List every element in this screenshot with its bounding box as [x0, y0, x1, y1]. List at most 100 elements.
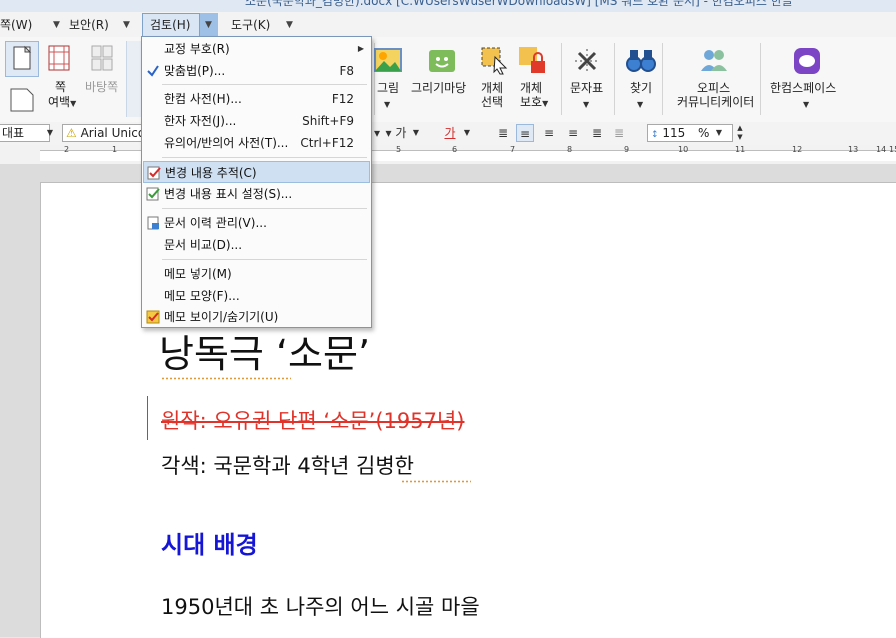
deleted-original-line: 원작: 오유권 단편 ‘소문’(1957년) [161, 409, 465, 433]
find-icon[interactable] [626, 47, 656, 75]
fontsize-caret-icon[interactable]: ▾ [372, 124, 382, 142]
menu-item-label: 맞춤법(P)... [164, 64, 226, 78]
ruler-number: 6 [452, 145, 458, 154]
ruler[interactable]: 2 1 5 6 7 8 9 10 11 12 13 14 15 [0, 145, 896, 165]
menu-item-track-changes[interactable]: 변경 내용 추적(C) [143, 161, 370, 183]
page-label: 쪽 [55, 80, 67, 94]
charmap-icon[interactable] [573, 47, 601, 75]
ruler-number: 12 [792, 145, 803, 154]
menu-review[interactable]: 검토(H) [150, 16, 190, 34]
menu-item-label: 문서 이력 관리(V)... [164, 216, 267, 230]
menu-item-insert-memo[interactable]: 메모 넣기(M) [143, 263, 370, 285]
menu-item-label: 메모 보이기/숨기기(U) [164, 310, 279, 324]
object-protect-caret-icon: ▼ [542, 99, 549, 108]
object-protect-label-text: 보호 [520, 95, 543, 109]
ruler-number: 2 [64, 145, 70, 154]
menu-tools-arrow-icon[interactable]: ▼ [286, 16, 293, 34]
menu-item-label: 메모 모양(F)... [164, 289, 240, 303]
menu-separator [162, 157, 367, 158]
menu-page-arrow-icon[interactable]: ▼ [53, 16, 60, 34]
find-caret-icon: ▼ [637, 100, 644, 109]
margin-label[interactable]: 여백▼ [48, 95, 76, 111]
ruler-number: 14 [876, 145, 887, 154]
line-spacing-stepper[interactable]: ▲ ▼ [734, 124, 746, 142]
align-center-icon[interactable]: ≡ [540, 124, 558, 142]
ribbon-separator-2 [561, 43, 562, 115]
gallery-label: 그리기마당 [411, 81, 467, 95]
line-spacing-caret-icon[interactable]: ▼ [714, 124, 724, 142]
background-page-icon[interactable] [88, 43, 118, 73]
menu-item-label: 한자 자전(J)... [164, 114, 237, 128]
document-area: 낭독극 ‘소문’ 원작: 오유권 단편 ‘소문’(1957년) 각색: 국문학과… [0, 164, 896, 638]
align-right-icon[interactable]: ≡ [564, 124, 582, 142]
background-page-label: 바탕쪽 [85, 80, 119, 94]
doc-title: 낭독극 ‘소문’ [159, 332, 371, 376]
menu-tools[interactable]: 도구(K) [231, 16, 270, 34]
office-community-label-2: 커뮤니티케이터 [677, 95, 755, 109]
office-community-label-1: 오피스 [697, 81, 731, 95]
object-select-label-1: 개체 [481, 81, 504, 95]
font-color-button[interactable]: 가 [440, 124, 460, 142]
menu-item-hanja-dictionary[interactable]: 한자 자전(J)... Shift+F9 [143, 110, 370, 132]
font-warning-icon: ⚠ [66, 126, 77, 140]
menu-item-spellcheck[interactable]: 맞춤법(P)... F8 [143, 60, 370, 82]
menu-separator [162, 259, 367, 260]
menu-item-proofreading-marks[interactable]: 교정 부호(R) ▶ [143, 38, 370, 60]
menu-item-hancom-dictionary[interactable]: 한컴 사전(H)... F12 [143, 88, 370, 110]
ruler-number: 8 [567, 145, 573, 154]
memo-toggle-icon [146, 310, 160, 324]
line-spacing-icon: ↕ [651, 130, 659, 140]
ribbon-collapsed-group[interactable] [126, 41, 141, 117]
ruler-number: 10 [678, 145, 689, 154]
menu-item-label: 유의어/반의어 사전(T)... [164, 136, 289, 150]
menu-bar: 쪽(W) ▼ 보안(R) ▼ 검토(H) ▼ 도구(K) ▼ [0, 12, 896, 38]
menu-page[interactable]: 쪽(W) [0, 16, 32, 34]
picture-icon[interactable] [374, 47, 402, 75]
gallery-icon[interactable] [428, 47, 456, 75]
review-menu-dropdown: 교정 부호(R) ▶ 맞춤법(P)... F8 한컴 사전(H)... F12 … [141, 36, 372, 328]
margin-icon[interactable] [44, 43, 74, 73]
hancom-space-icon[interactable] [792, 47, 822, 75]
menu-item-label: 변경 내용 표시 설정(S)... [164, 187, 293, 201]
object-protect-label-1: 개체 [520, 81, 543, 95]
spellcheck-underline [401, 480, 471, 483]
picture-caret-icon: ▼ [384, 100, 391, 109]
font-select-value: Arial Unico [80, 126, 144, 140]
object-select-icon[interactable] [479, 45, 509, 75]
font-color-caret-icon[interactable]: ▼ [462, 124, 472, 142]
font-select[interactable]: ⚠ Arial Unico [62, 124, 144, 142]
office-community-icon[interactable] [699, 47, 729, 75]
track-changes-icon [147, 166, 161, 180]
char-shrink-caret-icon[interactable]: ▼ [410, 124, 422, 142]
charmap-label: 문자표 [570, 81, 604, 95]
object-protect-icon[interactable] [517, 45, 549, 77]
menu-security-arrow-icon[interactable]: ▼ [123, 16, 130, 34]
align-left-icon[interactable]: ≡ [516, 124, 534, 142]
align-divide-icon[interactable]: ≣ [610, 124, 628, 142]
ribbon-separator-3 [614, 43, 615, 115]
style-select[interactable]: 대표 [0, 124, 50, 142]
menu-item-memo-style[interactable]: 메모 모양(F)... [143, 285, 370, 307]
menu-item-change-display-settings[interactable]: 변경 내용 표시 설정(S)... [143, 183, 370, 205]
picture-label: 그림 [377, 81, 400, 95]
ruler-number: 5 [396, 145, 402, 154]
align-justify-icon[interactable]: ≣ [494, 124, 512, 142]
page-layout-button[interactable] [5, 41, 39, 77]
menu-item-show-hide-memo[interactable]: 메모 보이기/숨기기(U) [143, 306, 370, 328]
title-bar: 소문(국문학과_김병한).docx [C:₩Users₩user₩Downloa… [0, 0, 896, 12]
char-shrink-button[interactable]: ▾ 가 [384, 124, 408, 142]
menu-item-compare-documents[interactable]: 문서 비교(D)... [143, 234, 370, 256]
find-label: 찾기 [630, 81, 653, 95]
menu-security[interactable]: 보안(R) [69, 16, 109, 34]
menu-item-document-history[interactable]: 문서 이력 관리(V)... [143, 212, 370, 234]
style-caret-icon[interactable]: ▼ [44, 124, 56, 142]
menu-item-thesaurus[interactable]: 유의어/반의어 사전(T)... Ctrl+F12 [143, 132, 370, 154]
page-orientation-icon[interactable] [9, 87, 35, 113]
menu-review-arrow-icon[interactable]: ▼ [205, 16, 212, 34]
object-protect-label-2[interactable]: 보호▼ [520, 95, 548, 111]
ribbon-toolbar: 쪽 여백▼ 바탕쪽 그림 ▼ 그리기마당 개체 선택 개체 보호▼ 문자표 ▼ … [0, 37, 896, 123]
setting-line: 1950년대 초 나주의 어느 시골 마을 [161, 595, 480, 619]
spellcheck-icon [147, 65, 159, 77]
ruler-number: 11 [735, 145, 746, 154]
align-distribute-icon[interactable]: ≣ [588, 124, 606, 142]
